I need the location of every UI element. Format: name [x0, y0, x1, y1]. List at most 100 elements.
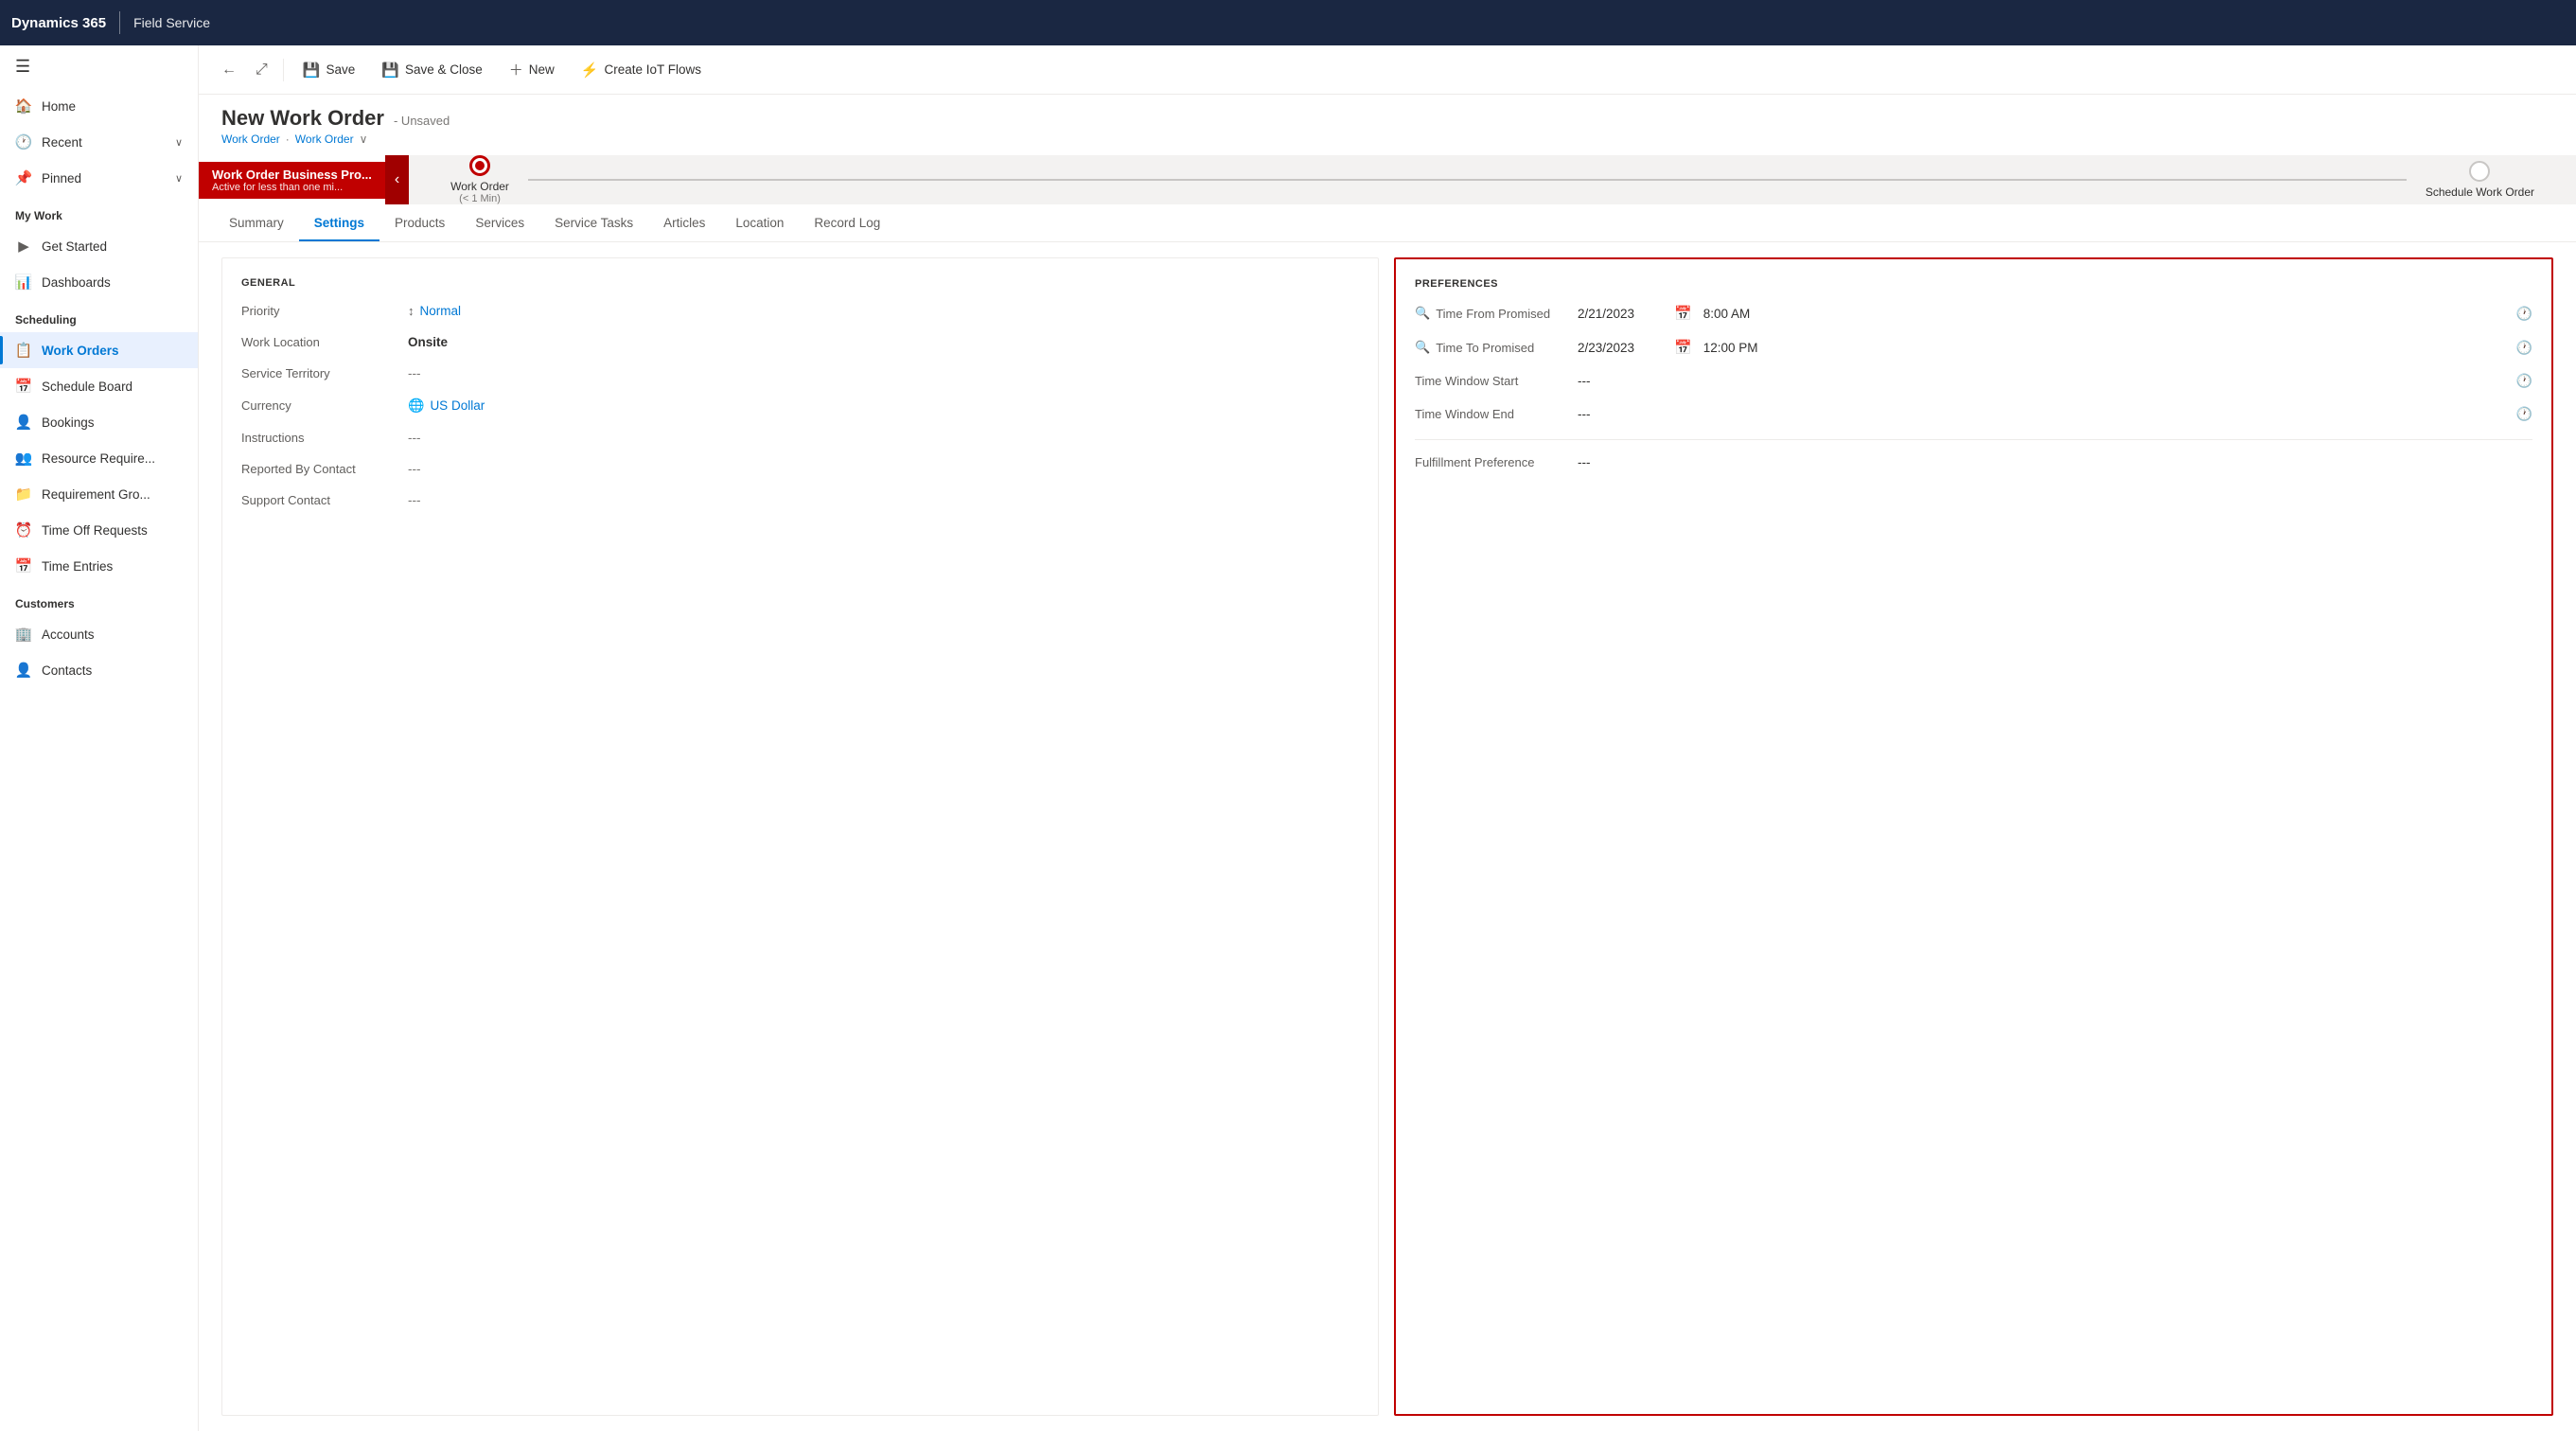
instructions-label: Instructions — [241, 431, 393, 445]
home-icon: 🏠 — [15, 97, 32, 115]
currency-link[interactable]: US Dollar — [430, 398, 485, 413]
sidebar-item-time-off[interactable]: ⏰ Time Off Requests — [0, 512, 198, 548]
new-label: New — [529, 62, 555, 77]
breadcrumb: Work Order · Work Order ∨ — [221, 132, 2553, 146]
sidebar-item-requirement-gro[interactable]: 📁 Requirement Gro... — [0, 476, 198, 512]
create-iot-label: Create IoT Flows — [604, 62, 701, 77]
tab-products[interactable]: Products — [379, 206, 460, 241]
sidebar-item-time-entries[interactable]: 📅 Time Entries — [0, 548, 198, 584]
stage-circle-inner — [475, 161, 485, 170]
support-contact-value: --- — [408, 493, 421, 507]
general-section: GENERAL Priority ↕ Normal Work Location … — [221, 257, 1379, 1416]
stage-label-schedule: Schedule Work Order — [2426, 186, 2534, 199]
stage-active-card[interactable]: Work Order Business Pro... Active for le… — [199, 162, 385, 199]
sidebar-item-label: Time Off Requests — [42, 523, 148, 538]
sidebar-item-dashboards[interactable]: 📊 Dashboards — [0, 264, 198, 300]
tab-location[interactable]: Location — [720, 206, 799, 241]
cmd-separator-1 — [283, 59, 284, 81]
currency-label: Currency — [241, 398, 393, 413]
stage-item-schedule[interactable]: Schedule Work Order — [2407, 157, 2553, 203]
chevron-down-icon: ∨ — [175, 172, 183, 185]
share-button[interactable]: ⤢ — [248, 56, 275, 84]
reported-by-field: Reported By Contact --- — [241, 462, 1359, 476]
sidebar-item-home[interactable]: 🏠 Home — [0, 88, 198, 124]
sidebar-item-accounts[interactable]: 🏢 Accounts — [0, 616, 198, 652]
top-bar-divider — [119, 11, 120, 34]
window-end-label: Time Window End — [1415, 407, 1566, 421]
time-from-time: 8:00 AM — [1703, 307, 1770, 321]
contacts-icon: 👤 — [15, 662, 32, 679]
back-button[interactable]: ← — [214, 56, 244, 84]
pin-icon: 📌 — [15, 169, 32, 186]
module-name: Field Service — [133, 15, 210, 30]
section-title-customers: Customers — [0, 584, 198, 616]
clock-icon-3[interactable]: 🕐 — [2516, 373, 2532, 389]
tab-settings[interactable]: Settings — [299, 206, 379, 241]
service-territory-value: --- — [408, 366, 421, 380]
sidebar-item-label: Home — [42, 99, 76, 114]
clock-icon-1[interactable]: 🕐 — [2516, 306, 2532, 322]
breadcrumb-current[interactable]: Work Order — [295, 132, 354, 146]
time-from-date: 2/21/2023 — [1578, 307, 1663, 321]
bookings-icon: 👤 — [15, 414, 32, 431]
stage-collapse-button[interactable]: ‹ — [385, 155, 409, 204]
sidebar-item-label: Bookings — [42, 415, 95, 430]
work-location-value: Onsite — [408, 335, 448, 349]
clock-icon-2[interactable]: 🕐 — [2516, 340, 2532, 356]
stage-sublabel-work-order: (< 1 Min) — [459, 193, 501, 204]
sidebar-item-label: Get Started — [42, 239, 107, 254]
calendar-icon-2[interactable]: 📅 — [1674, 339, 1692, 356]
record-title: New Work Order — [221, 106, 384, 131]
stage-item-work-order[interactable]: Work Order (< 1 Min) — [432, 151, 528, 208]
sidebar-item-schedule-board[interactable]: 📅 Schedule Board — [0, 368, 198, 404]
content-area: ← ⤢ 💾 Save 💾 Save & Close ＋ New ⚡ Create… — [199, 45, 2576, 1431]
clock-icon-4[interactable]: 🕐 — [2516, 406, 2532, 422]
currency-field: Currency 🌐 US Dollar — [241, 398, 1359, 414]
save-close-button[interactable]: 💾 Save & Close — [370, 56, 493, 84]
sidebar-item-work-orders[interactable]: 📋 Work Orders — [0, 332, 198, 368]
breadcrumb-parent[interactable]: Work Order — [221, 132, 280, 146]
create-iot-button[interactable]: ⚡ Create IoT Flows — [570, 56, 713, 84]
calendar-icon-1[interactable]: 📅 — [1674, 305, 1692, 322]
save-button[interactable]: 💾 Save — [291, 56, 366, 84]
hamburger-menu[interactable]: ☰ — [0, 45, 198, 88]
get-started-icon: ▶ — [15, 238, 32, 255]
sidebar-item-bookings[interactable]: 👤 Bookings — [0, 404, 198, 440]
time-to-date: 2/23/2023 — [1578, 341, 1663, 355]
new-button[interactable]: ＋ New — [498, 54, 566, 85]
tab-record-log[interactable]: Record Log — [799, 206, 895, 241]
form-content: GENERAL Priority ↕ Normal Work Location … — [199, 242, 2576, 1431]
tab-articles[interactable]: Articles — [648, 206, 720, 241]
tab-service-tasks[interactable]: Service Tasks — [539, 206, 648, 241]
priority-value: ↕ Normal — [408, 304, 461, 318]
save-label: Save — [326, 62, 356, 77]
support-contact-label: Support Contact — [241, 493, 393, 507]
sidebar-item-contacts[interactable]: 👤 Contacts — [0, 652, 198, 688]
sidebar-item-recent[interactable]: 🕐 Recent ∨ — [0, 124, 198, 160]
fulfillment-label: Fulfillment Preference — [1415, 455, 1566, 469]
sidebar-item-label: Requirement Gro... — [42, 487, 150, 502]
work-orders-icon: 📋 — [15, 342, 32, 359]
top-bar: Dynamics 365 Field Service — [0, 0, 2576, 45]
sidebar-item-pinned[interactable]: 📌 Pinned ∨ — [0, 160, 198, 196]
sidebar-item-get-started[interactable]: ▶ Get Started — [0, 228, 198, 264]
priority-field: Priority ↕ Normal — [241, 304, 1359, 318]
time-to-time: 12:00 PM — [1703, 341, 1770, 355]
sidebar-item-resource-req[interactable]: 👥 Resource Require... — [0, 440, 198, 476]
tab-services[interactable]: Services — [460, 206, 539, 241]
fulfillment-row: Fulfillment Preference --- — [1415, 455, 2532, 469]
time-to-label: 🔍 Time To Promised — [1415, 340, 1566, 355]
section-title-mywork: My Work — [0, 196, 198, 228]
tab-summary[interactable]: Summary — [214, 206, 299, 241]
work-location-label: Work Location — [241, 335, 393, 349]
fulfillment-value: --- — [1578, 455, 1663, 469]
save-close-label: Save & Close — [405, 62, 483, 77]
sidebar: ☰ 🏠 Home 🕐 Recent ∨ 📌 Pinned ∨ My Work ▶… — [0, 45, 199, 1431]
search-icon-2: 🔍 — [1415, 340, 1430, 355]
priority-link[interactable]: Normal — [420, 304, 462, 318]
stage-card-sub: Active for less than one mi... — [212, 182, 372, 193]
breadcrumb-chevron: ∨ — [360, 132, 368, 146]
save-icon: 💾 — [303, 62, 321, 79]
stage-card-name: Work Order Business Pro... — [212, 168, 372, 182]
search-icon-1: 🔍 — [1415, 306, 1430, 321]
